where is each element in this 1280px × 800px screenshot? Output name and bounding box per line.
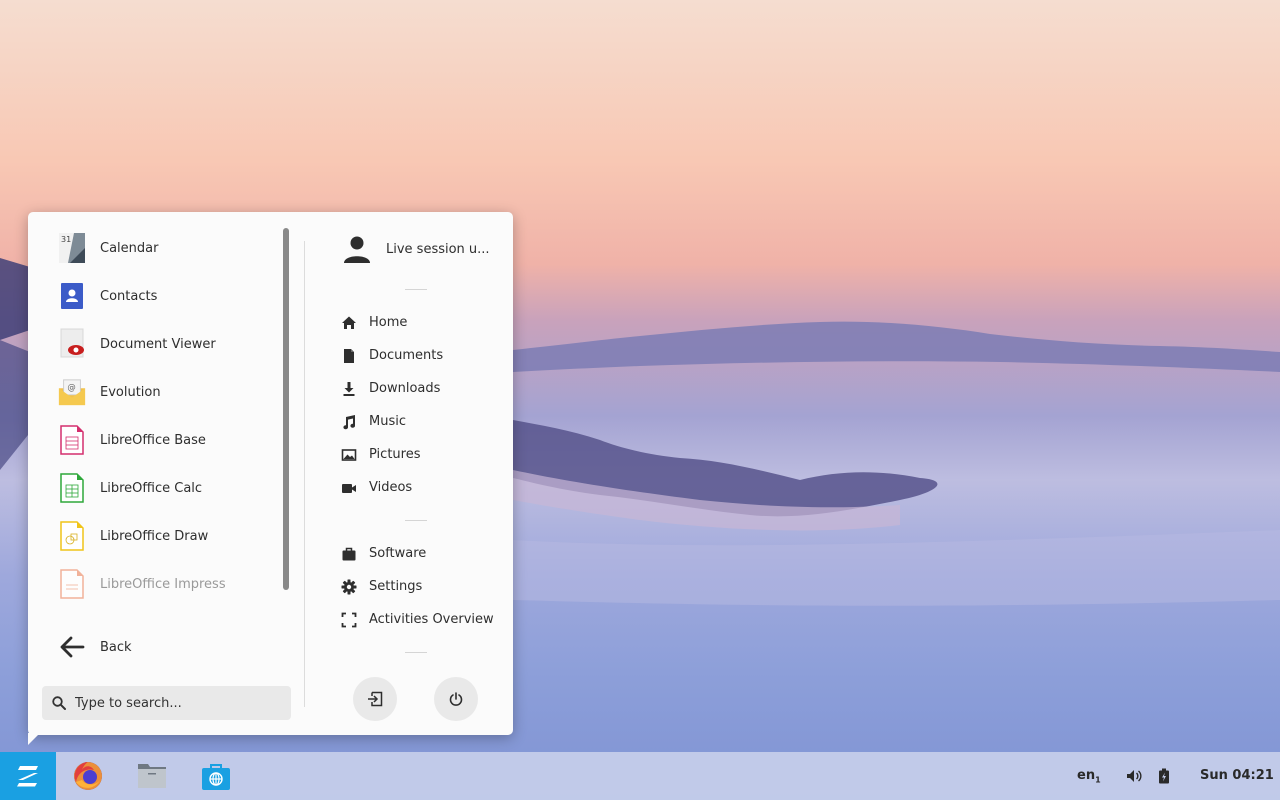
app-label: LibreOffice Draw: [100, 528, 209, 544]
taskbar: en1 Sun 04:21: [0, 752, 1280, 800]
app-libreoffice-draw[interactable]: LibreOffice Draw: [42, 512, 286, 560]
svg-text:@: @: [67, 382, 75, 392]
place-label: Music: [369, 414, 406, 429]
system-list: Software Settings Activities Overview: [340, 537, 494, 636]
gear-icon: [340, 578, 358, 596]
app-evolution[interactable]: @ Evolution: [42, 368, 286, 416]
place-videos[interactable]: Videos: [340, 471, 443, 504]
fullscreen-corners-icon: [340, 611, 358, 629]
place-documents[interactable]: Documents: [340, 339, 443, 372]
back-button[interactable]: Back: [58, 628, 132, 666]
volume-icon[interactable]: [1126, 768, 1142, 784]
power-button[interactable]: [434, 677, 478, 721]
keyboard-layout-label: en: [1077, 768, 1096, 783]
libreoffice-impress-icon: [58, 568, 86, 600]
place-label: Home: [369, 315, 408, 330]
image-icon: [340, 446, 358, 464]
user-account-item[interactable]: Live session u...: [342, 234, 490, 264]
place-label: Videos: [369, 480, 413, 495]
app-label: Calendar: [100, 240, 159, 256]
system-settings[interactable]: Settings: [340, 570, 494, 603]
contacts-icon: [58, 280, 86, 312]
place-label: Downloads: [369, 381, 441, 396]
home-icon: [340, 314, 358, 332]
places-list: Home Documents Downloads Music Pictures …: [340, 306, 443, 504]
app-list-scrollbar[interactable]: [283, 228, 289, 590]
app-libreoffice-calc[interactable]: LibreOffice Calc: [42, 464, 286, 512]
arrow-left-icon: [60, 636, 85, 658]
calendar-icon: 31: [58, 232, 86, 264]
system-software[interactable]: Software: [340, 537, 494, 570]
app-list: 31 Calendar Contacts Document Viewer @ E…: [42, 224, 286, 619]
place-music[interactable]: Music: [340, 405, 443, 438]
app-label: LibreOffice Base: [100, 432, 206, 448]
search-icon: [52, 696, 66, 710]
separator: [405, 652, 427, 653]
place-pictures[interactable]: Pictures: [340, 438, 443, 471]
search-input[interactable]: [73, 694, 277, 712]
software-store-icon[interactable]: [200, 760, 232, 792]
keyboard-layout-indicator[interactable]: en1: [1077, 768, 1101, 785]
search-box[interactable]: [42, 686, 291, 720]
user-avatar-icon: [344, 236, 370, 263]
system-activities-overview[interactable]: Activities Overview: [340, 603, 494, 636]
separator: [405, 289, 427, 290]
system-label: Activities Overview: [369, 612, 494, 627]
document-viewer-icon: [58, 328, 86, 360]
file-manager-icon[interactable]: [136, 760, 168, 792]
separator: [405, 520, 427, 521]
video-camera-icon: [340, 479, 358, 497]
place-label: Documents: [369, 348, 444, 363]
power-icon: [449, 692, 463, 706]
place-home[interactable]: Home: [340, 306, 443, 339]
libreoffice-calc-icon: [58, 472, 86, 504]
app-libreoffice-base[interactable]: LibreOffice Base: [42, 416, 286, 464]
app-calendar[interactable]: 31 Calendar: [42, 224, 286, 272]
place-label: Pictures: [369, 447, 421, 462]
app-contacts[interactable]: Contacts: [42, 272, 286, 320]
system-label: Software: [369, 546, 427, 561]
app-menu-pointer: [28, 733, 40, 745]
zorin-logo-icon: [17, 766, 38, 787]
user-label: Live session u...: [386, 241, 490, 257]
app-libreoffice-impress[interactable]: LibreOffice Impress: [42, 560, 286, 608]
start-menu-button[interactable]: [0, 752, 56, 800]
app-label: LibreOffice Calc: [100, 480, 203, 496]
libreoffice-draw-icon: [58, 520, 86, 552]
app-document-viewer[interactable]: Document Viewer: [42, 320, 286, 368]
app-label: Document Viewer: [100, 336, 216, 352]
evolution-mail-icon: @: [58, 376, 86, 408]
clock[interactable]: Sun 04:21: [1200, 768, 1274, 783]
system-label: Settings: [369, 579, 423, 594]
app-label: Contacts: [100, 288, 158, 304]
place-downloads[interactable]: Downloads: [340, 372, 443, 405]
battery-charging-icon[interactable]: [1156, 768, 1172, 784]
logout-button[interactable]: [353, 677, 397, 721]
app-label: LibreOffice Impress: [100, 576, 226, 592]
briefcase-icon: [340, 545, 358, 563]
libreoffice-base-icon: [58, 424, 86, 456]
calendar-day-text: 31: [61, 235, 71, 244]
document-icon: [340, 347, 358, 365]
download-icon: [340, 380, 358, 398]
keyboard-layout-index: 1: [1095, 775, 1101, 785]
menu-column-divider: [304, 241, 305, 707]
app-label: Evolution: [100, 384, 161, 400]
firefox-icon[interactable]: [72, 760, 104, 792]
music-note-icon: [340, 413, 358, 431]
logout-icon: [368, 691, 383, 707]
back-label: Back: [100, 639, 132, 655]
